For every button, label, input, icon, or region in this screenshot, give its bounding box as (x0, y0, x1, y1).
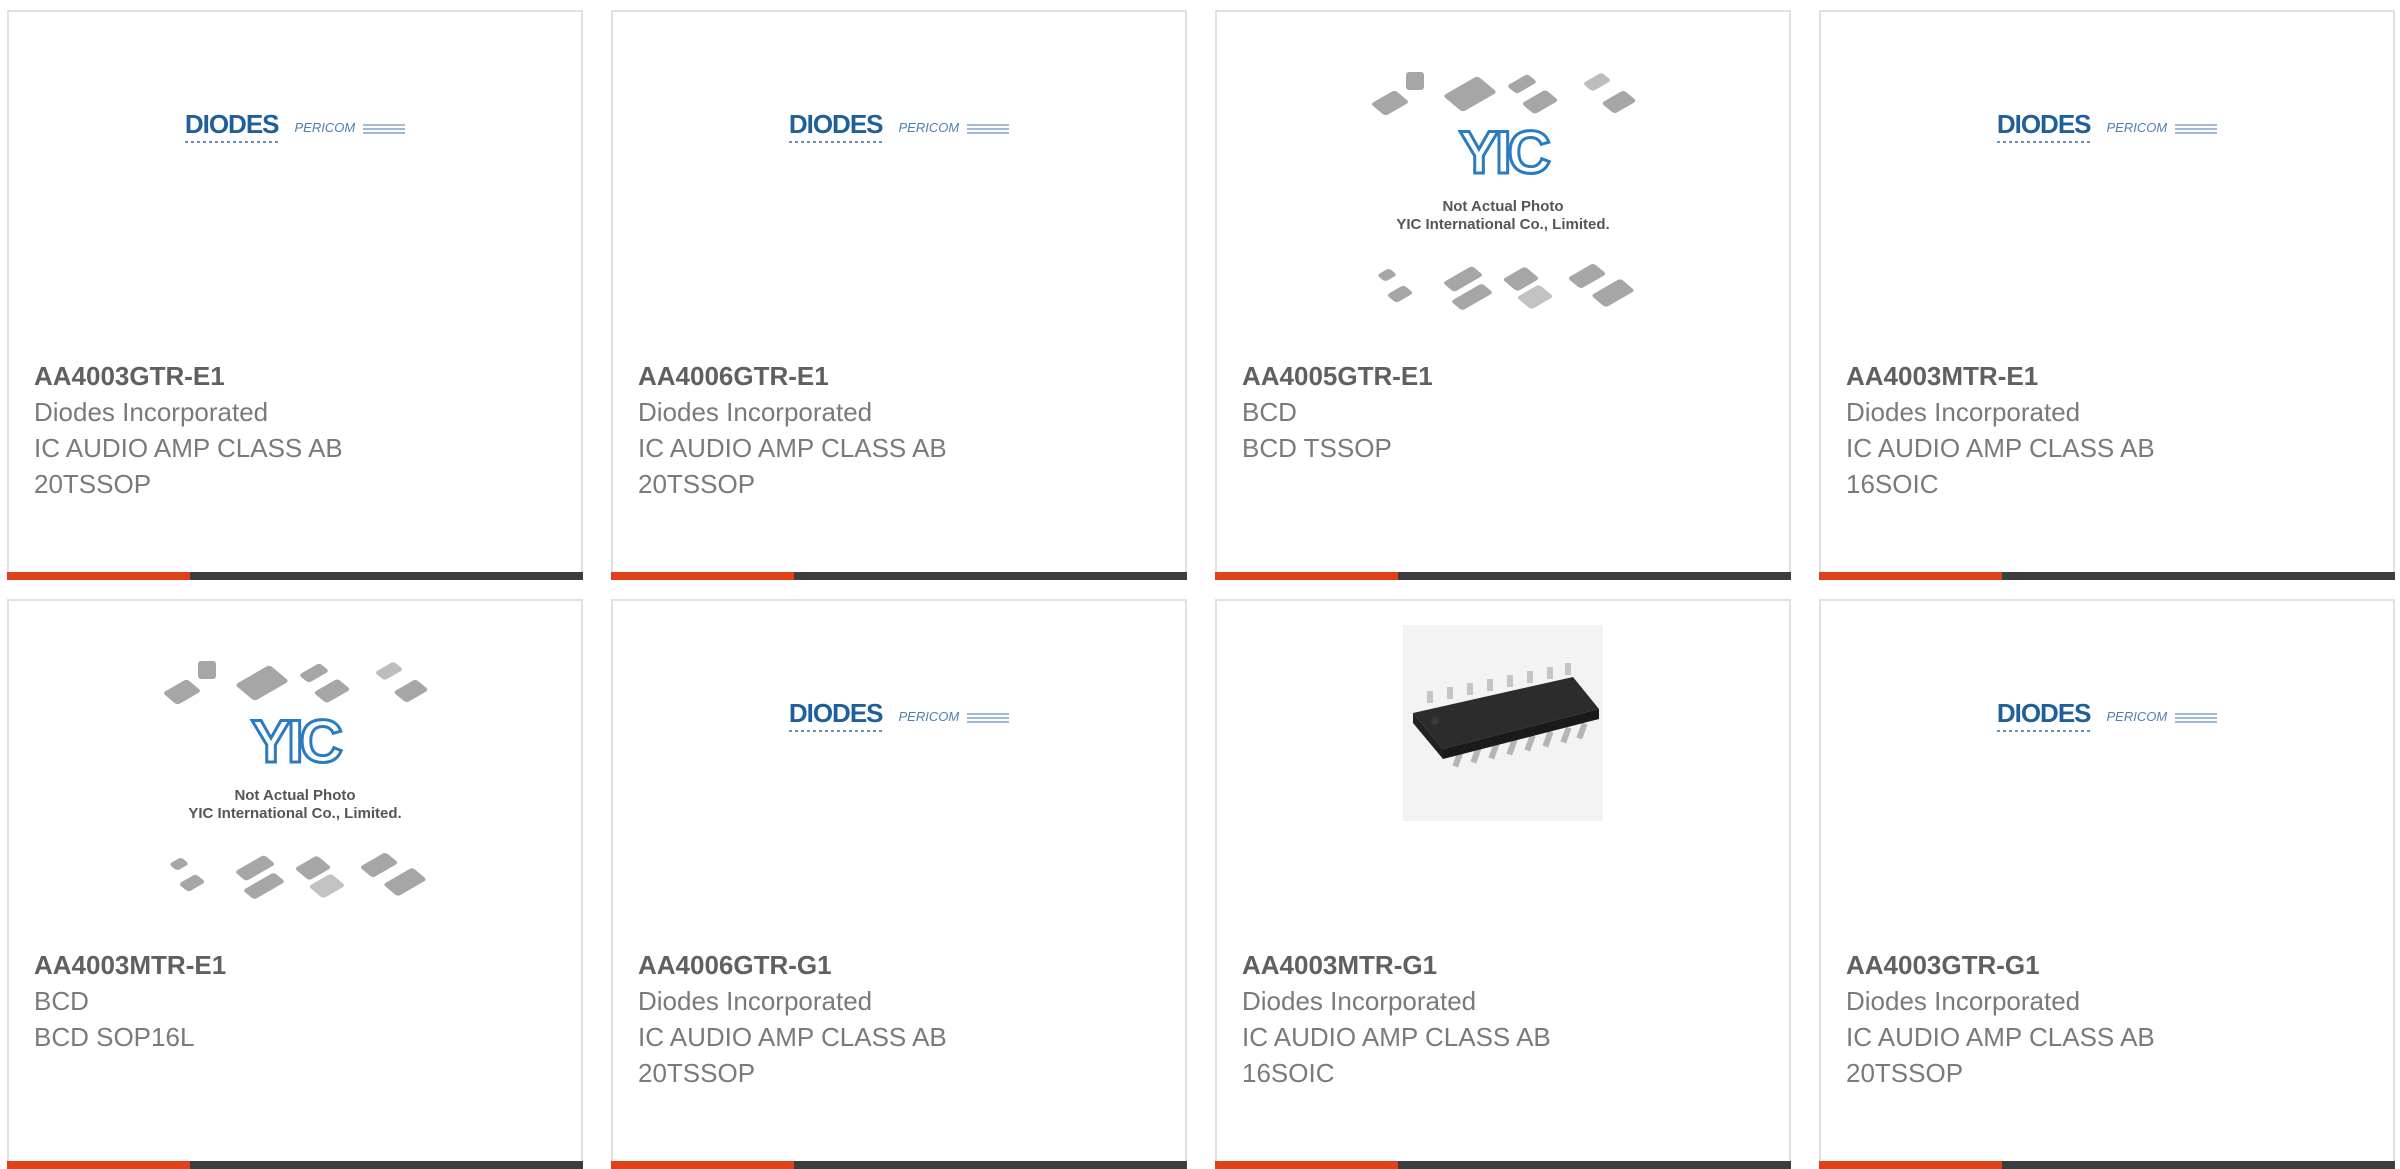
card-bottom-bar (1819, 1161, 2395, 1169)
manufacturer: Diodes Incorporated (1846, 397, 2081, 427)
image-caption: Not Actual Photo YIC International Co., … (1396, 198, 1610, 233)
manufacturer: Diodes Incorporated (1846, 986, 2081, 1016)
brand-logo-pericom: PERICOM (2107, 120, 2218, 135)
product-card[interactable]: YIC Not Actual Photo YIC International C… (1215, 10, 1791, 580)
product-grid: DIODES PERICOM AA4003GTR-E1 Diodes Incor… (0, 0, 2400, 1169)
brand-logo-pericom: PERICOM (2107, 709, 2218, 724)
card-accent-bar (1215, 1161, 1398, 1169)
card-bottom-bar (1215, 1161, 1791, 1169)
product-card[interactable]: DIODES PERICOM AA4003MTR-E1 Diodes Incor… (1819, 10, 2395, 580)
product-image[interactable]: YIC Not Actual Photo YIC International C… (1217, 12, 1789, 352)
package: 16SOIC (1846, 469, 1939, 499)
diodes-pericom-logo: DIODES PERICOM (1996, 111, 2218, 143)
card-bottom-bar (7, 572, 583, 580)
part-number-link[interactable]: AA4006GTR-G1 (638, 947, 1165, 983)
diodes-pericom-logo: DIODES PERICOM (1996, 700, 2218, 732)
description: IC AUDIO AMP CLASS AB (1846, 1022, 2155, 1052)
chip-icons (160, 851, 430, 901)
product-image[interactable]: DIODES PERICOM (1821, 12, 2393, 352)
yic-logo: YIC (1457, 118, 1552, 187)
product-card[interactable]: DIODES PERICOM AA4003GTR-G1 Diodes Incor… (1819, 599, 2395, 1169)
manufacturer: Diodes Incorporated (34, 397, 269, 427)
manufacturer: Diodes Incorporated (638, 397, 873, 427)
product-card[interactable]: AA4003MTR-G1 Diodes Incorporated IC AUDI… (1215, 599, 1791, 1169)
part-number-link[interactable]: AA4003MTR-E1 (34, 947, 561, 983)
brand-logo-diodes: DIODES (788, 700, 883, 732)
package: 20TSSOP (1846, 1058, 1964, 1088)
manufacturer: BCD (34, 986, 89, 1016)
card-bottom-bar (1819, 572, 2395, 580)
description: IC AUDIO AMP CLASS AB (638, 433, 947, 463)
card-bottom-bar (1215, 572, 1791, 580)
package: 16SOIC (1242, 1058, 1335, 1088)
package: 20TSSOP (638, 1058, 756, 1088)
card-accent-bar (1819, 1161, 2002, 1169)
brand-logo-diodes: DIODES (1996, 111, 2091, 143)
part-number-link[interactable]: AA4003GTR-G1 (1846, 947, 2373, 983)
diodes-pericom-logo: DIODES PERICOM (788, 700, 1010, 732)
card-accent-bar (1819, 572, 2002, 580)
manufacturer: Diodes Incorporated (638, 986, 873, 1016)
product-image[interactable]: DIODES PERICOM (1821, 601, 2393, 941)
brand-logo-diodes: DIODES (788, 111, 883, 143)
package: 20TSSOP (638, 469, 756, 499)
brand-logo-pericom: PERICOM (899, 120, 1010, 135)
product-image[interactable]: DIODES PERICOM (613, 12, 1185, 352)
part-number-link[interactable]: AA4006GTR-E1 (638, 358, 1165, 394)
description: IC AUDIO AMP CLASS AB (1846, 433, 2155, 463)
card-bottom-bar (7, 1161, 583, 1169)
description: BCD TSSOP (1242, 433, 1392, 463)
part-number-link[interactable]: AA4005GTR-E1 (1242, 358, 1769, 394)
manufacturer: Diodes Incorporated (1242, 986, 1477, 1016)
chip-icons (1368, 262, 1638, 312)
yic-not-actual-photo: YIC Not Actual Photo YIC International C… (160, 661, 430, 901)
brand-logo-diodes: DIODES (1996, 700, 2091, 732)
description: IC AUDIO AMP CLASS AB (638, 1022, 947, 1052)
diodes-pericom-logo: DIODES PERICOM (184, 111, 406, 143)
part-number-link[interactable]: AA4003MTR-G1 (1242, 947, 1769, 983)
card-accent-bar (611, 572, 794, 580)
soic16-package-photo (1403, 625, 1603, 821)
brand-logo-diodes: DIODES (184, 111, 279, 143)
chip-icons (1368, 72, 1638, 122)
card-accent-bar (7, 572, 190, 580)
chip-icons (160, 661, 430, 711)
product-image[interactable]: YIC Not Actual Photo YIC International C… (9, 601, 581, 941)
card-bottom-bar (611, 1161, 1187, 1169)
product-card[interactable]: DIODES PERICOM AA4006GTR-G1 Diodes Incor… (611, 599, 1187, 1169)
card-accent-bar (611, 1161, 794, 1169)
product-image[interactable]: DIODES PERICOM (9, 12, 581, 352)
description: BCD SOP16L (34, 1022, 195, 1052)
card-accent-bar (7, 1161, 190, 1169)
manufacturer: BCD (1242, 397, 1297, 427)
description: IC AUDIO AMP CLASS AB (34, 433, 343, 463)
package: 20TSSOP (34, 469, 152, 499)
image-caption: Not Actual Photo YIC International Co., … (188, 787, 402, 822)
brand-logo-pericom: PERICOM (899, 709, 1010, 724)
diodes-pericom-logo: DIODES PERICOM (788, 111, 1010, 143)
part-number-link[interactable]: AA4003MTR-E1 (1846, 358, 2373, 394)
product-image[interactable]: DIODES PERICOM (613, 601, 1185, 941)
product-card[interactable]: YIC Not Actual Photo YIC International C… (7, 599, 583, 1169)
yic-logo: YIC (249, 707, 344, 776)
card-accent-bar (1215, 572, 1398, 580)
card-bottom-bar (611, 572, 1187, 580)
part-number-link[interactable]: AA4003GTR-E1 (34, 358, 561, 394)
product-image[interactable] (1217, 601, 1789, 941)
description: IC AUDIO AMP CLASS AB (1242, 1022, 1551, 1052)
product-card[interactable]: DIODES PERICOM AA4006GTR-E1 Diodes Incor… (611, 10, 1187, 580)
product-card[interactable]: DIODES PERICOM AA4003GTR-E1 Diodes Incor… (7, 10, 583, 580)
brand-logo-pericom: PERICOM (295, 120, 406, 135)
yic-not-actual-photo: YIC Not Actual Photo YIC International C… (1368, 72, 1638, 312)
